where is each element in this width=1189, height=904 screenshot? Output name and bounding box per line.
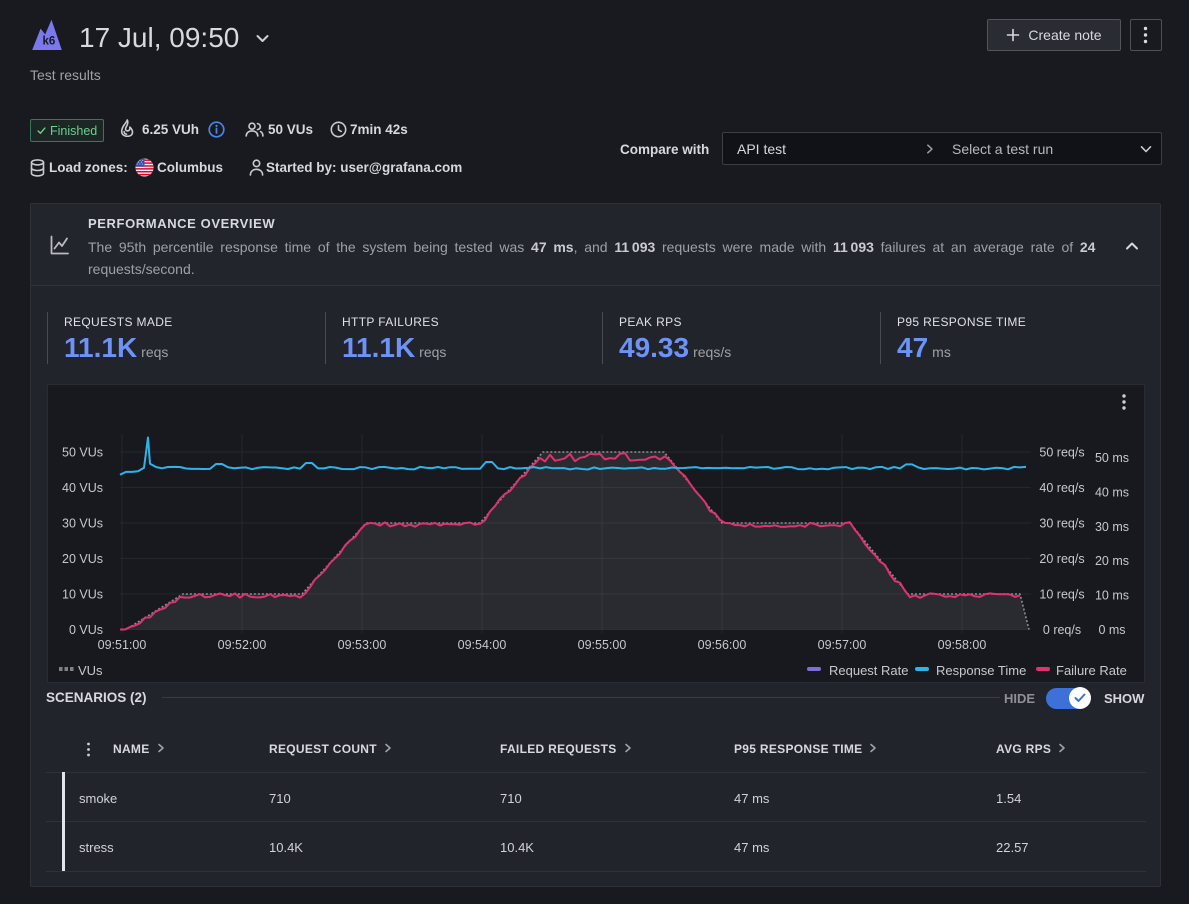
svg-text:0 req/s: 0 req/s <box>1043 623 1081 637</box>
svg-text:09:51:00: 09:51:00 <box>98 638 147 652</box>
svg-text:30 VUs: 30 VUs <box>62 517 103 531</box>
svg-text:50 VUs: 50 VUs <box>62 446 103 460</box>
svg-text:09:52:00: 09:52:00 <box>218 638 267 652</box>
svg-text:09:53:00: 09:53:00 <box>338 638 387 652</box>
svg-text:40 VUs: 40 VUs <box>62 481 103 495</box>
svg-text:09:56:00: 09:56:00 <box>698 638 747 652</box>
svg-text:50 req/s: 50 req/s <box>1039 446 1084 460</box>
svg-text:20 req/s: 20 req/s <box>1039 552 1084 566</box>
svg-text:10 VUs: 10 VUs <box>62 588 103 602</box>
svg-text:09:58:00: 09:58:00 <box>938 638 987 652</box>
svg-text:09:55:00: 09:55:00 <box>578 638 627 652</box>
svg-text:Failure Rate: Failure Rate <box>1056 663 1127 678</box>
svg-text:0 VUs: 0 VUs <box>69 623 103 637</box>
svg-text:0 ms: 0 ms <box>1098 623 1125 637</box>
svg-text:50 ms: 50 ms <box>1095 451 1129 465</box>
svg-text:VUs: VUs <box>78 663 103 678</box>
svg-text:30 req/s: 30 req/s <box>1039 517 1084 531</box>
svg-text:09:57:00: 09:57:00 <box>818 638 867 652</box>
svg-text:Request Rate: Request Rate <box>829 663 909 678</box>
svg-text:20 ms: 20 ms <box>1095 554 1129 568</box>
svg-text:30 ms: 30 ms <box>1095 520 1129 534</box>
svg-text:10 ms: 10 ms <box>1095 589 1129 603</box>
svg-text:40 req/s: 40 req/s <box>1039 481 1084 495</box>
svg-text:20 VUs: 20 VUs <box>62 552 103 566</box>
svg-text:k6: k6 <box>43 36 56 48</box>
svg-text:09:54:00: 09:54:00 <box>458 638 507 652</box>
svg-text:Response Time: Response Time <box>936 663 1026 678</box>
svg-text:10 req/s: 10 req/s <box>1039 588 1084 602</box>
svg-text:40 ms: 40 ms <box>1095 485 1129 499</box>
